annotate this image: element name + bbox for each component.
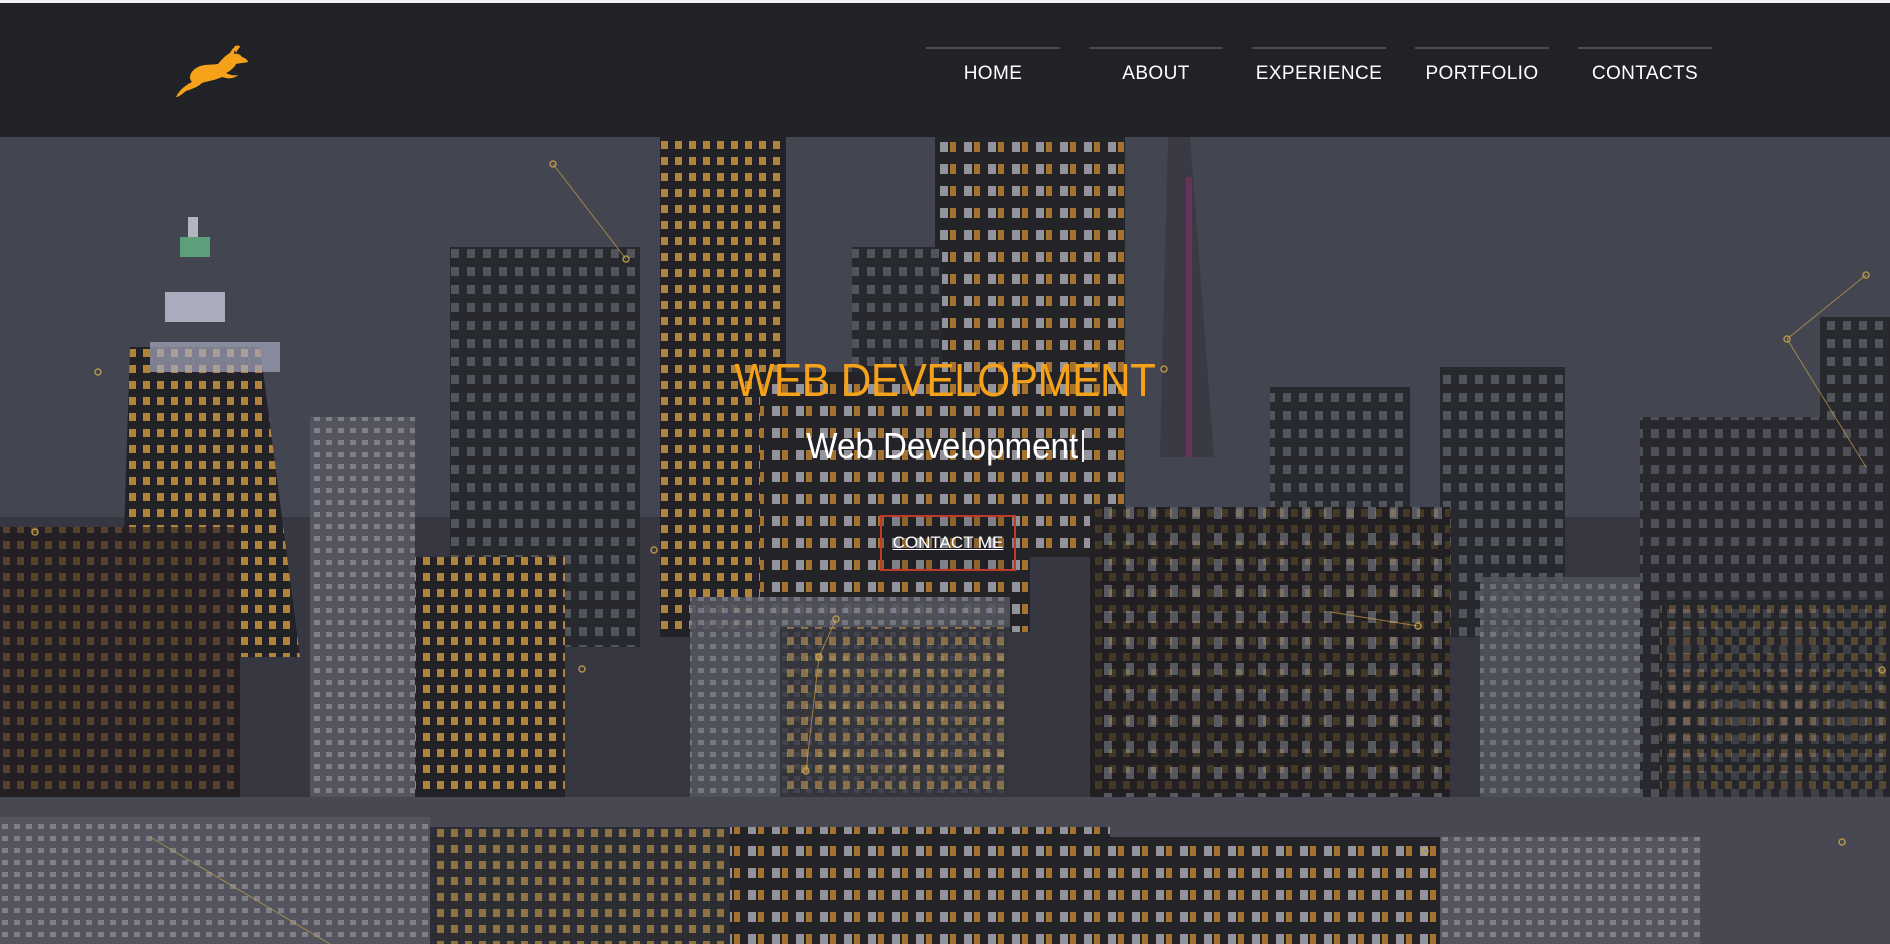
hero-section: WEB DEVELOPMENT Web Development CONTACT …	[0, 137, 1890, 944]
hero-subtitle: Web Development	[806, 425, 1079, 466]
nav-experience[interactable]: EXPERIENCE	[1252, 47, 1386, 99]
main-nav: HOME ABOUT EXPERIENCE PORTFOLIO CONTACTS	[926, 47, 1741, 99]
hero-subtitle-wrapper: Web Development	[76, 425, 1815, 467]
site-header: HOME ABOUT EXPERIENCE PORTFOLIO CONTACTS	[0, 0, 1890, 137]
nav-portfolio[interactable]: PORTFOLIO	[1415, 47, 1549, 99]
nav-about[interactable]: ABOUT	[1089, 47, 1223, 99]
nav-contacts[interactable]: CONTACTS	[1578, 47, 1712, 99]
typing-cursor	[1081, 430, 1084, 462]
hero-title: WEB DEVELOPMENT	[734, 354, 1156, 406]
nav-home[interactable]: HOME	[926, 47, 1060, 99]
leaping-hare-icon[interactable]	[174, 45, 250, 101]
contact-me-button[interactable]: CONTACT ME	[880, 515, 1016, 571]
